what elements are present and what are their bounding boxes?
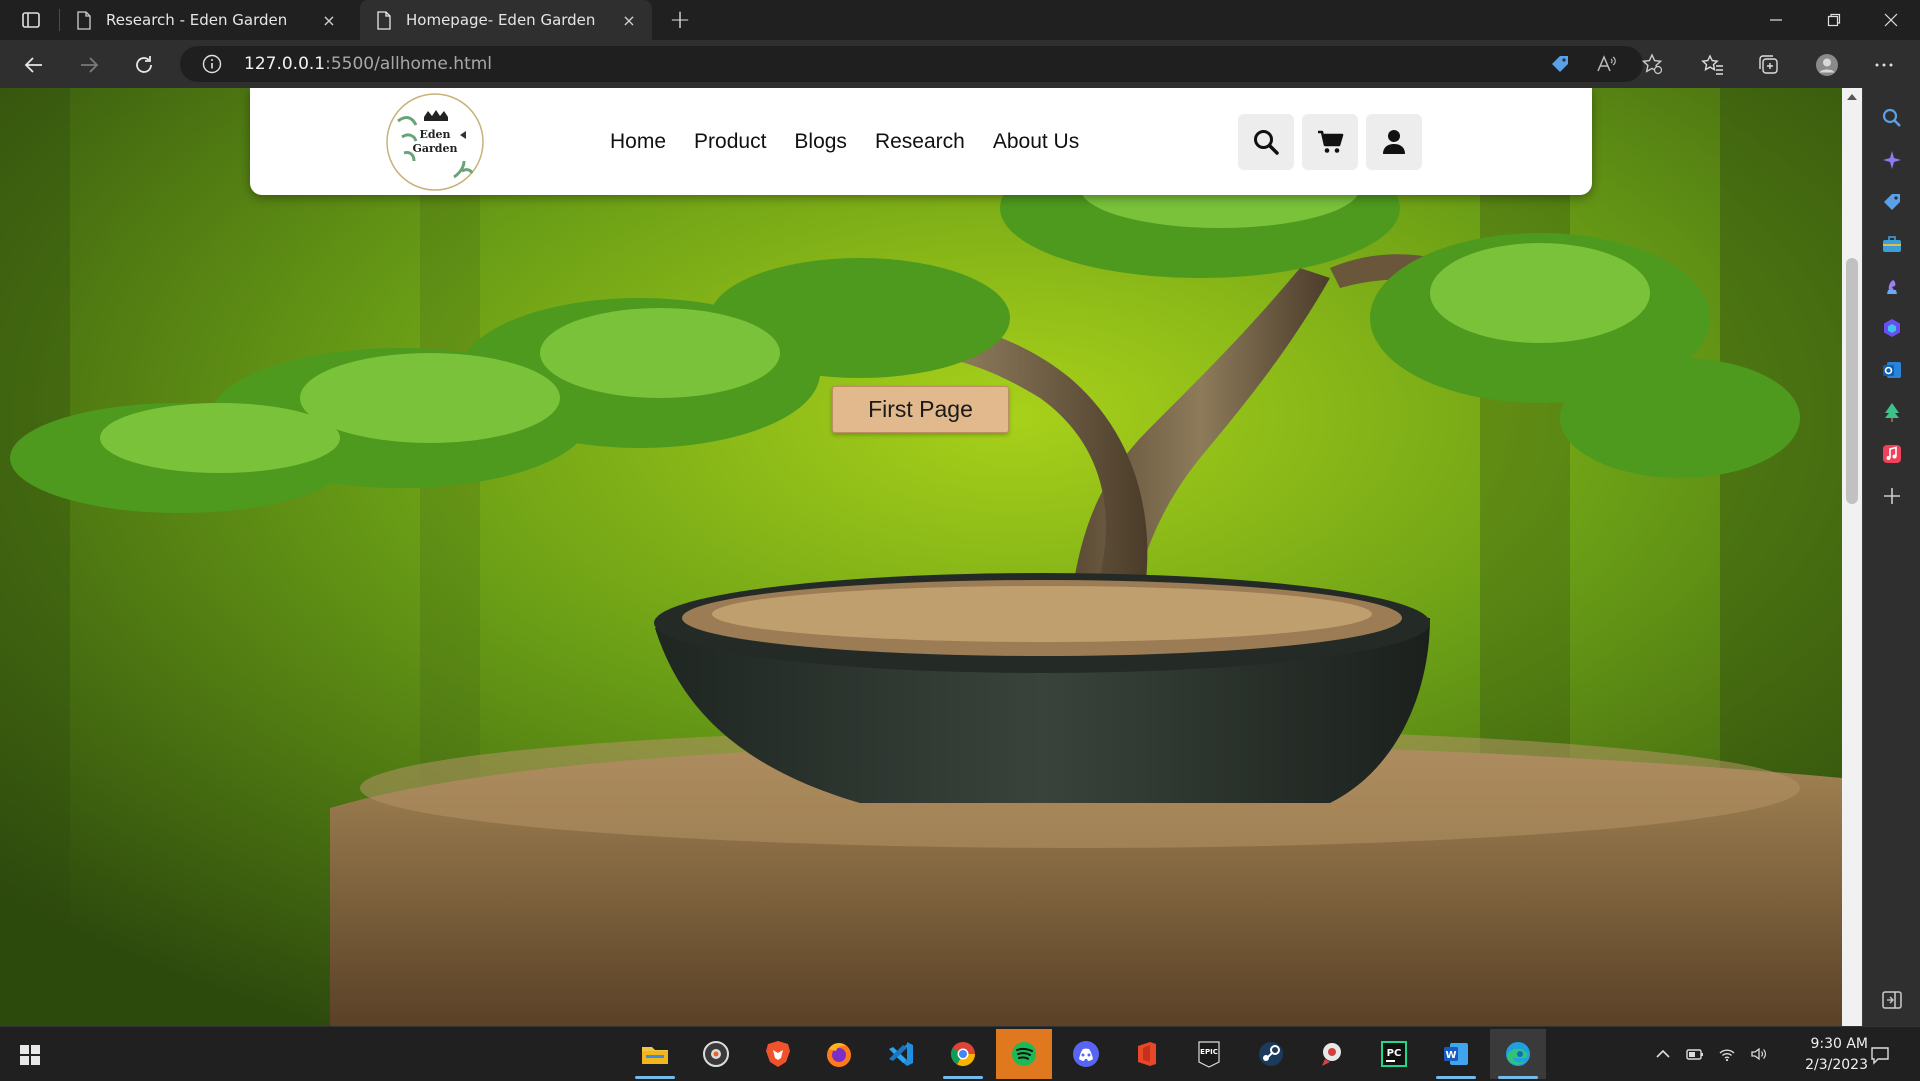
coupon-tag-icon[interactable] bbox=[1544, 48, 1576, 80]
discord-icon[interactable] bbox=[1058, 1029, 1114, 1079]
eden-garden-logo[interactable]: Eden Garden bbox=[384, 91, 486, 193]
scroll-up-arrow-icon[interactable] bbox=[1847, 94, 1857, 100]
svg-text:PC: PC bbox=[1387, 1048, 1402, 1059]
windows-start-icon[interactable] bbox=[10, 1035, 50, 1075]
tab-actions-icon[interactable] bbox=[12, 6, 50, 34]
close-tab-icon[interactable]: × bbox=[318, 9, 340, 31]
discover-sparkle-icon[interactable] bbox=[1878, 146, 1906, 174]
search-icon bbox=[1254, 130, 1279, 155]
close-window-button[interactable] bbox=[1862, 0, 1920, 40]
office-icon[interactable] bbox=[1119, 1029, 1175, 1079]
tools-briefcase-icon[interactable] bbox=[1878, 230, 1906, 258]
read-aloud-icon[interactable] bbox=[1590, 48, 1622, 80]
wifi-icon[interactable] bbox=[1718, 1045, 1736, 1063]
page-scrollbar[interactable] bbox=[1842, 88, 1862, 1026]
games-chess-icon[interactable] bbox=[1878, 272, 1906, 300]
add-favorite-icon[interactable] bbox=[1636, 48, 1668, 80]
browser-tab-bar: Research - Eden Garden × Homepage- Eden … bbox=[0, 0, 1920, 40]
pycharm-icon[interactable]: PC bbox=[1366, 1029, 1422, 1079]
microsoft-365-icon[interactable] bbox=[1878, 314, 1906, 342]
hero-bonsai-image bbox=[0, 88, 1842, 1026]
page-icon bbox=[377, 10, 391, 30]
brave-browser-icon[interactable] bbox=[750, 1029, 806, 1079]
windows-taskbar: EPIC PC W 9:30 AM 2/3/2023 bbox=[0, 1026, 1920, 1080]
music-app-icon[interactable] bbox=[1878, 440, 1906, 468]
spotify-icon[interactable] bbox=[996, 1029, 1052, 1079]
add-sidebar-app-icon[interactable] bbox=[1878, 482, 1906, 510]
user-icon bbox=[1383, 130, 1405, 154]
header-icon-group bbox=[1238, 114, 1422, 170]
edge-sidebar bbox=[1862, 88, 1920, 1026]
taskbar-clock[interactable]: 9:30 AM 2/3/2023 bbox=[1758, 1034, 1868, 1076]
page-icon bbox=[77, 10, 91, 30]
search-button[interactable] bbox=[1238, 114, 1294, 170]
menu-blogs[interactable]: Blogs bbox=[794, 130, 847, 154]
obs-icon[interactable] bbox=[688, 1029, 744, 1079]
first-page-button[interactable]: First Page bbox=[832, 386, 1009, 433]
hide-sidebar-icon[interactable] bbox=[1878, 986, 1906, 1014]
favorites-icon[interactable] bbox=[1695, 47, 1731, 83]
menu-product[interactable]: Product bbox=[694, 130, 766, 154]
epic-games-icon[interactable]: EPIC bbox=[1181, 1029, 1237, 1079]
cart-button[interactable] bbox=[1302, 114, 1358, 170]
firefox-icon[interactable] bbox=[811, 1029, 867, 1079]
sidebar-search-icon[interactable] bbox=[1878, 104, 1906, 132]
tab-title: Homepage- Eden Garden bbox=[406, 11, 596, 29]
battery-icon[interactable] bbox=[1686, 1045, 1704, 1063]
steam-icon[interactable] bbox=[1243, 1029, 1299, 1079]
tree-app-icon[interactable] bbox=[1878, 398, 1906, 426]
vscode-icon[interactable] bbox=[873, 1029, 929, 1079]
running-indicator bbox=[1436, 1076, 1476, 1079]
logo-text-garden: Garden bbox=[412, 142, 457, 155]
main-menu: Home Product Blogs Research About Us bbox=[610, 88, 1079, 195]
more-options-icon[interactable] bbox=[1866, 47, 1902, 83]
forward-arrow-icon[interactable] bbox=[71, 47, 107, 83]
menu-home[interactable]: Home bbox=[610, 130, 666, 154]
outlook-icon[interactable] bbox=[1878, 356, 1906, 384]
cart-icon bbox=[1318, 130, 1344, 153]
tab-title: Research - Eden Garden bbox=[106, 11, 288, 29]
word-icon[interactable]: W bbox=[1428, 1029, 1484, 1079]
site-header: Eden Garden Home Product Blogs Research … bbox=[250, 88, 1592, 195]
collections-icon[interactable] bbox=[1751, 47, 1787, 83]
running-indicator bbox=[635, 1076, 675, 1079]
new-tab-button[interactable]: + bbox=[664, 4, 696, 36]
show-hidden-icons-chevron-icon[interactable] bbox=[1654, 1045, 1672, 1063]
page-viewport: Eden Garden Home Product Blogs Research … bbox=[0, 88, 1842, 1026]
browser-toolbar: 127.0.0.1:5500/allhome.html bbox=[0, 40, 1920, 88]
user-button[interactable] bbox=[1366, 114, 1422, 170]
minimize-button[interactable] bbox=[1747, 0, 1805, 40]
clock-time: 9:30 AM bbox=[1810, 1036, 1868, 1052]
close-tab-icon[interactable]: × bbox=[618, 9, 640, 31]
back-arrow-icon[interactable] bbox=[16, 47, 52, 83]
svg-text:EPIC: EPIC bbox=[1200, 1048, 1218, 1056]
game-launcher-icon[interactable] bbox=[1304, 1029, 1360, 1079]
menu-about-us[interactable]: About Us bbox=[993, 130, 1079, 154]
restore-button[interactable] bbox=[1805, 0, 1863, 40]
refresh-icon[interactable] bbox=[126, 47, 162, 83]
shopping-tag-icon[interactable] bbox=[1878, 188, 1906, 216]
menu-research[interactable]: Research bbox=[875, 130, 965, 154]
url-path: :5500/allhome.html bbox=[325, 54, 493, 74]
tab-research[interactable]: Research - Eden Garden × bbox=[60, 0, 352, 40]
notification-center-icon[interactable] bbox=[1862, 1037, 1898, 1073]
clock-date: 2/3/2023 bbox=[1805, 1057, 1868, 1073]
chrome-icon[interactable] bbox=[935, 1029, 991, 1079]
url-host: 127.0.0.1 bbox=[244, 54, 326, 74]
scrollbar-thumb[interactable] bbox=[1846, 258, 1858, 504]
edge-browser-icon[interactable] bbox=[1490, 1029, 1546, 1079]
logo-text-eden: Eden bbox=[419, 128, 450, 141]
tab-homepage[interactable]: Homepage- Eden Garden × bbox=[360, 0, 652, 40]
site-info-icon[interactable] bbox=[202, 54, 222, 74]
system-tray bbox=[1654, 1027, 1768, 1081]
running-indicator bbox=[1498, 1076, 1538, 1079]
profile-avatar-icon[interactable] bbox=[1809, 47, 1845, 83]
address-bar[interactable]: 127.0.0.1:5500/allhome.html bbox=[180, 46, 1643, 82]
running-indicator bbox=[943, 1076, 983, 1079]
file-explorer-icon[interactable] bbox=[627, 1029, 683, 1079]
svg-text:W: W bbox=[1445, 1050, 1456, 1061]
